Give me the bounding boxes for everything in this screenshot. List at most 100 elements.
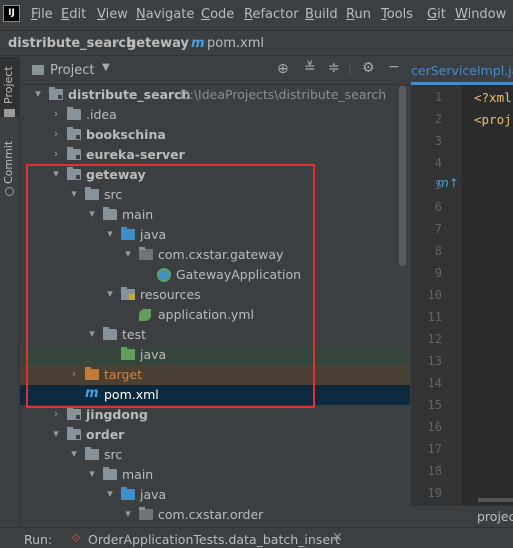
tree-node-label: .idea bbox=[86, 107, 117, 122]
line-number: 3 bbox=[434, 134, 442, 148]
tree-node-path: D:\IdeaProjects\distribute_search bbox=[180, 87, 387, 102]
tree-node[interactable]: ▾ main bbox=[20, 465, 410, 485]
menu-label: indow bbox=[467, 7, 507, 22]
menu-item-git[interactable]: Git bbox=[427, 7, 446, 22]
tree-node[interactable]: ▾ java bbox=[20, 485, 410, 505]
menu-item-file[interactable]: File bbox=[31, 7, 53, 22]
menu-item-navigate[interactable]: Navigate bbox=[136, 7, 194, 22]
locate-icon[interactable]: ⊕ bbox=[277, 61, 289, 77]
editor-footer: projec bbox=[411, 505, 513, 527]
menu-mnemonic: B bbox=[305, 7, 314, 22]
tree-node-label: com.cxstar.order bbox=[158, 507, 264, 522]
line-number: 13 bbox=[427, 354, 442, 368]
menu-label: it bbox=[437, 7, 446, 22]
line-number: 7 bbox=[434, 222, 442, 236]
tree-node[interactable]: ▾ distribute_search D:\IdeaProjects\distri… bbox=[20, 85, 410, 105]
menu-label: dit bbox=[69, 7, 87, 22]
menu-mnemonic: N bbox=[136, 7, 146, 22]
panel-title[interactable]: Project bbox=[50, 63, 94, 78]
menu-mnemonic: W bbox=[455, 7, 468, 22]
chevron-down-icon[interactable]: ▾ bbox=[86, 467, 98, 480]
menu-bar: IJ File Edit View Navigate Code Refactor Build… bbox=[0, 0, 513, 30]
line-number: 4 bbox=[434, 156, 442, 170]
breadcrumb-file[interactable]: pom.xml bbox=[207, 36, 264, 51]
folder-icon bbox=[4, 109, 15, 117]
module-folder-icon bbox=[67, 427, 81, 440]
project-folder-icon bbox=[32, 65, 44, 75]
tree-node-label: main bbox=[122, 467, 154, 482]
menu-label: iew bbox=[105, 7, 128, 22]
menu-mnemonic: E bbox=[61, 7, 70, 22]
maven-gutter-icon[interactable]: m↑ bbox=[437, 176, 459, 190]
menu-label: avigate bbox=[145, 7, 195, 22]
expand-all-icon[interactable]: ≚ bbox=[304, 60, 316, 76]
highlight-annotation-box bbox=[26, 164, 315, 408]
chevron-right-icon[interactable]: › bbox=[50, 127, 62, 140]
chevron-down-icon[interactable]: ▾ bbox=[50, 427, 62, 440]
folder-icon bbox=[85, 447, 99, 460]
line-gutter: 1 2 3 4 5 6 7 8 9 10 11 12 13 14 15 16 17 18 19 bbox=[412, 85, 462, 505]
menu-item-view[interactable]: View bbox=[97, 7, 128, 22]
menu-label: ile bbox=[37, 7, 53, 22]
menu-item-run[interactable]: Run bbox=[346, 7, 371, 22]
chevron-down-icon[interactable]: ▾ bbox=[122, 507, 134, 520]
folder-icon bbox=[103, 467, 117, 480]
editor-h-scrollbar[interactable] bbox=[478, 498, 513, 502]
chevron-right-icon[interactable]: › bbox=[50, 107, 62, 120]
project-tool-tab[interactable]: Project bbox=[2, 65, 18, 105]
separator: | bbox=[348, 60, 353, 75]
project-panel-header: Project ▼ ⊕ ≚ ≑ | ⚙ − bbox=[20, 57, 410, 85]
tree-node[interactable]: ▾ com.cxstar.order bbox=[20, 505, 410, 525]
tree-node[interactable]: › eureka-server bbox=[20, 145, 410, 165]
chevron-down-icon[interactable]: ▾ bbox=[68, 447, 80, 460]
breadcrumb-module[interactable]: geteway bbox=[127, 36, 189, 51]
menu-mnemonic: G bbox=[427, 7, 438, 22]
line-number: 1 bbox=[434, 90, 442, 104]
editor-tab-bar: cerServiceImpl.java bbox=[411, 57, 513, 85]
code-line-2: <proj bbox=[474, 112, 512, 127]
editor-tab[interactable]: cerServiceImpl.java bbox=[411, 63, 513, 78]
menu-item-build[interactable]: Build bbox=[305, 7, 338, 22]
line-number: 8 bbox=[434, 244, 442, 258]
run-config-tab[interactable]: OrderApplicationTests.data_batch_insert bbox=[88, 532, 340, 547]
tree-node-label: jingdong bbox=[86, 407, 148, 422]
gear-icon[interactable]: ⚙ bbox=[362, 60, 375, 76]
chevron-down-icon[interactable]: ▾ bbox=[104, 487, 116, 500]
tree-node-label: order bbox=[86, 427, 125, 442]
chevron-down-icon[interactable]: ▼ bbox=[102, 62, 110, 73]
menu-item-code[interactable]: Code bbox=[201, 7, 234, 22]
code-line-1: <?xml bbox=[474, 90, 512, 105]
line-number: 10 bbox=[427, 288, 442, 302]
close-icon[interactable]: × bbox=[332, 530, 343, 545]
menu-item-tools[interactable]: Tools bbox=[381, 7, 413, 22]
chevron-down-icon[interactable]: ▾ bbox=[32, 87, 44, 100]
menu-mnemonic: C bbox=[201, 7, 211, 22]
menu-item-window[interactable]: Window bbox=[455, 7, 506, 22]
breadcrumb: distribute_search › geteway m pom.xml bbox=[0, 30, 513, 56]
menu-item-refactor[interactable]: Refactor bbox=[244, 7, 299, 22]
tree-node[interactable]: › .idea bbox=[20, 105, 410, 125]
tree-node[interactable]: › jingdong bbox=[20, 405, 410, 425]
line-number: 2 bbox=[434, 112, 442, 126]
tree-scrollbar[interactable] bbox=[399, 86, 406, 266]
commit-tool-tab[interactable]: Commit bbox=[2, 139, 18, 185]
collapse-all-icon[interactable]: ≑ bbox=[328, 60, 340, 76]
package-icon bbox=[139, 507, 153, 520]
line-number: 19 bbox=[427, 486, 442, 500]
line-number: 15 bbox=[427, 398, 442, 412]
tree-node-label: bookschina bbox=[86, 127, 166, 142]
intellij-logo-icon[interactable]: IJ bbox=[3, 5, 20, 22]
run-label: Run: bbox=[24, 532, 53, 547]
module-folder-icon bbox=[49, 87, 63, 100]
menu-label: ools bbox=[386, 7, 414, 22]
menu-label: uild bbox=[313, 7, 338, 22]
minimize-icon[interactable]: − bbox=[388, 59, 400, 75]
chevron-right-icon[interactable]: › bbox=[50, 407, 62, 420]
menu-item-edit[interactable]: Edit bbox=[61, 7, 86, 22]
folder-icon bbox=[67, 107, 81, 120]
tree-node[interactable]: › bookschina bbox=[20, 125, 410, 145]
tree-node[interactable]: ▾ order bbox=[20, 425, 410, 445]
chevron-right-icon[interactable]: › bbox=[50, 147, 62, 160]
tree-node-label: src bbox=[104, 447, 123, 462]
tree-node[interactable]: ▾ src bbox=[20, 445, 410, 465]
